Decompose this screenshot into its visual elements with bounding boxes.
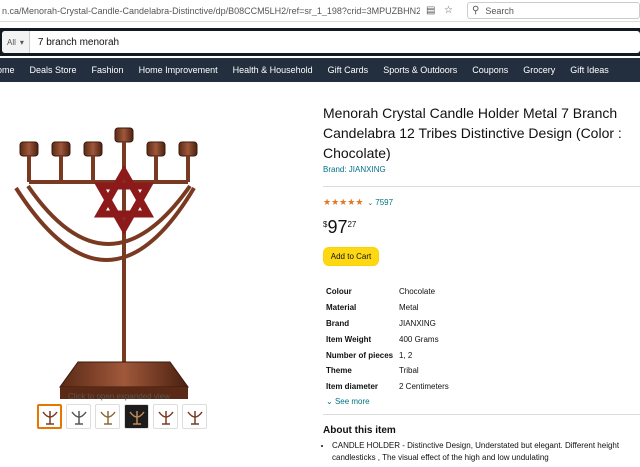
brand-link[interactable]: Brand: JIANXING — [323, 165, 640, 174]
see-more-link[interactable]: ⌄ See more — [323, 397, 640, 406]
spec-row: Brand JIANXING — [323, 316, 640, 332]
category-label: All — [7, 37, 16, 47]
spec-row: Theme Tribal — [323, 363, 640, 379]
spec-value: Metal — [399, 303, 419, 313]
price-fraction: 27 — [347, 220, 357, 229]
spec-value: 2 Centimeters — [399, 382, 449, 392]
product-main-image[interactable] — [8, 102, 198, 402]
spec-key: Theme — [326, 366, 352, 376]
thumbnail-6[interactable] — [182, 404, 207, 429]
spec-key: Material — [326, 303, 357, 313]
spec-key: Number of pieces — [326, 350, 394, 360]
thumbnail-2[interactable] — [66, 404, 91, 429]
spec-key: Item diameter — [326, 382, 379, 392]
spec-value: Tribal — [399, 366, 419, 376]
list-item: CANDLE HOLDER - Distinctive Design, Unde… — [332, 440, 623, 464]
spec-row: Item Weight 400 Grams — [323, 331, 640, 347]
about-bullets: CANDLE HOLDER - Distinctive Design, Unde… — [323, 440, 623, 464]
spec-value: 1, 2 — [399, 350, 413, 360]
spec-row: Item diameter 2 Centimeters — [323, 379, 640, 395]
chevron-down-icon[interactable]: ⌄ — [367, 199, 373, 207]
chevron-down-icon: ⌄ — [326, 396, 335, 406]
menorah-thumb-icon — [99, 410, 116, 425]
thumbnail-strip — [37, 404, 207, 429]
nav-bar: ome Deals Store Fashion Home Improvement… — [0, 58, 640, 82]
spec-value: Chocolate — [399, 287, 436, 297]
nav-item-gift-ideas[interactable]: Gift Ideas — [570, 65, 609, 75]
spec-key: Brand — [326, 318, 350, 328]
spec-value: 400 Grams — [399, 334, 439, 344]
menorah-thumb-icon — [186, 410, 203, 425]
divider — [323, 186, 640, 187]
see-more-label: See more — [334, 396, 370, 406]
nav-item-fashion[interactable]: Fashion — [92, 65, 124, 75]
search-icon: ⚲ — [472, 5, 480, 16]
spec-key: Colour — [326, 287, 352, 297]
rating-count[interactable]: 7597 — [375, 198, 393, 207]
star-rating[interactable]: ★ ★ ★ ★ ★ — [323, 198, 363, 207]
rating-summary[interactable]: ★ ★ ★ ★ ★ ⌄ 7597 — [323, 198, 640, 208]
star-icon: ★ — [339, 197, 348, 207]
category-dropdown[interactable]: All ▾ — [2, 31, 30, 53]
nav-item-deals-store[interactable]: Deals Store — [30, 65, 77, 75]
menorah-thumb-icon — [157, 410, 174, 425]
nav-item-grocery[interactable]: Grocery — [523, 65, 555, 75]
spec-row: Colour Chocolate — [323, 284, 640, 300]
spec-value: JIANXING — [399, 318, 436, 328]
thumbnail-4[interactable] — [124, 404, 149, 429]
nav-item-coupons[interactable]: Coupons — [472, 65, 508, 75]
add-to-cart-button[interactable]: Add to Cart — [323, 247, 379, 266]
nav-item-gift-cards[interactable]: Gift Cards — [328, 65, 369, 75]
about-heading: About this item — [323, 424, 396, 436]
nav-item-home-improvement[interactable]: Home Improvement — [139, 65, 218, 75]
product-page: Click to open expanded view Menorah Crys… — [0, 82, 640, 467]
menorah-thumb-icon — [70, 410, 87, 425]
divider — [323, 413, 640, 415]
specs-table: Colour Chocolate Material Metal Brand JIANX… — [323, 284, 640, 395]
price: $ 97 27 — [323, 217, 640, 237]
site-search-input[interactable]: 7 branch menorah — [30, 37, 119, 48]
site-header: All ▾ 7 branch menorah — [0, 28, 640, 56]
expand-view-caption[interactable]: Click to open expanded view — [68, 392, 170, 401]
browser-search-placeholder: Search — [485, 5, 514, 16]
star-icon: ★ — [347, 197, 356, 207]
site-search-bar[interactable]: All ▾ 7 branch menorah — [2, 31, 640, 53]
nav-item-health-household[interactable]: Health & Household — [233, 65, 313, 75]
price-whole: 97 — [327, 217, 348, 237]
nav-item-sports-outdoors[interactable]: Sports & Outdoors — [383, 65, 457, 75]
chevron-down-icon: ▾ — [19, 37, 24, 47]
browser-search-box[interactable]: ⚲ Search — [467, 2, 640, 19]
nav-item-home[interactable]: ome — [0, 65, 15, 75]
reader-view-icon[interactable]: ▤ — [426, 5, 436, 16]
spec-row: Material Metal — [323, 300, 640, 316]
menorah-thumb-icon — [128, 410, 145, 425]
product-info: Menorah Crystal Candle Holder Metal 7 Br… — [323, 82, 640, 464]
star-icon: ★ — [355, 197, 364, 207]
url-text[interactable]: n.ca/Menorah-Crystal-Candle-Candelabra-D… — [0, 6, 420, 16]
star-icon: ★ — [331, 197, 340, 207]
spec-key: Item Weight — [326, 334, 372, 344]
thumbnail-3[interactable] — [95, 404, 120, 429]
menorah-thumb-icon — [41, 410, 58, 425]
spec-row: Number of pieces 1, 2 — [323, 347, 640, 363]
thumbnail-5[interactable] — [153, 404, 178, 429]
bookmark-star-icon[interactable]: ☆ — [444, 5, 454, 16]
thumbnail-1[interactable] — [37, 404, 62, 429]
product-title: Menorah Crystal Candle Holder Metal 7 Br… — [323, 105, 622, 161]
star-icon: ★ — [323, 197, 332, 207]
